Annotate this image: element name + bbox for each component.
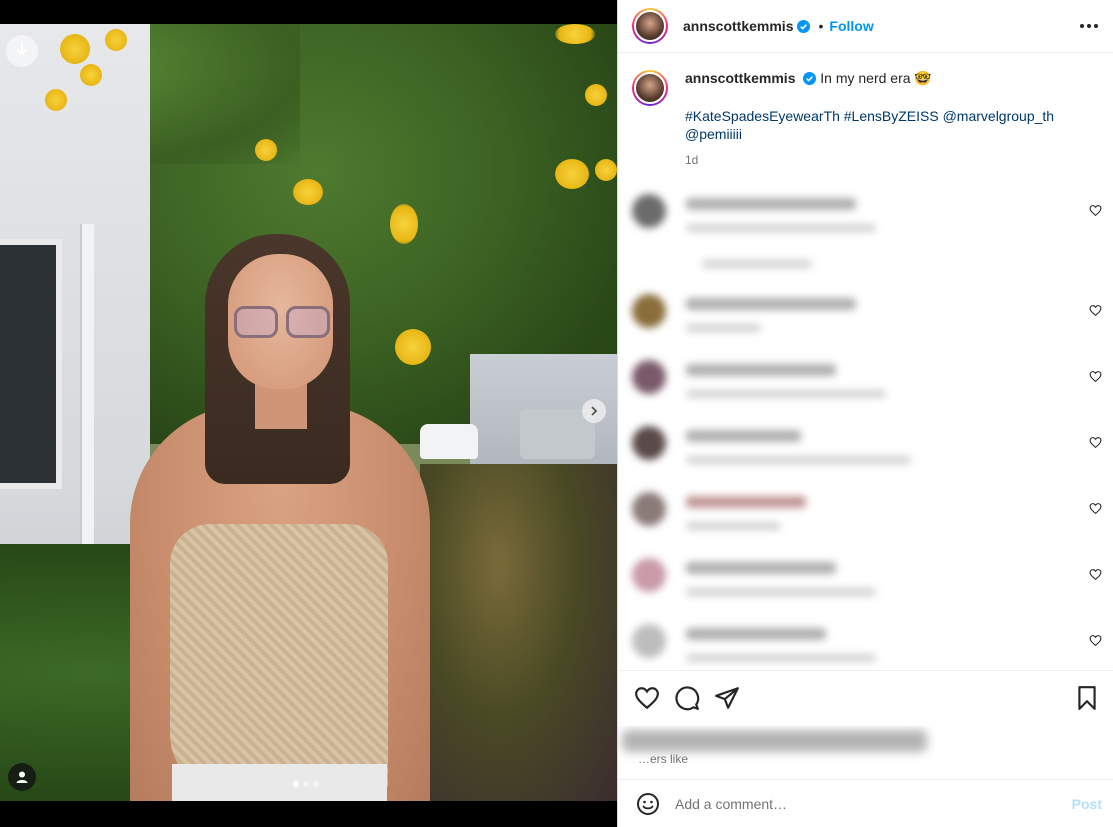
- heart-icon[interactable]: [1089, 634, 1102, 647]
- heart-icon[interactable]: [1089, 370, 1102, 383]
- avatar[interactable]: [632, 294, 666, 328]
- comment-meta-blurred: [686, 654, 876, 662]
- comment-text-blurred: [686, 496, 806, 508]
- photo-window: [0, 239, 62, 489]
- comment-input[interactable]: Add a comment…: [675, 796, 787, 812]
- post-modal: annscottkemmis • Follow annscottkemmis I…: [0, 0, 1113, 827]
- post-sidebar: annscottkemmis • Follow annscottkemmis I…: [617, 0, 1113, 827]
- view-replies-blurred: [702, 260, 812, 268]
- photo-flower: [390, 204, 418, 244]
- comment-icon[interactable]: [674, 685, 700, 711]
- comment-item: [632, 354, 1102, 414]
- follow-button[interactable]: Follow: [829, 18, 873, 34]
- comments-list[interactable]: [618, 180, 1113, 670]
- likes-text-blurred: [622, 730, 927, 752]
- comment-meta-blurred: [686, 224, 876, 232]
- photo-flower: [255, 139, 277, 161]
- photo-flower: [585, 84, 607, 106]
- post-header: annscottkemmis • Follow: [618, 0, 1113, 53]
- avatar[interactable]: [632, 558, 666, 592]
- carousel-dot: [293, 781, 299, 787]
- comment-meta-blurred: [686, 456, 911, 464]
- post-media[interactable]: [0, 24, 617, 801]
- post-time[interactable]: 1d: [685, 151, 1100, 169]
- carousel-indicator: [293, 781, 319, 787]
- heart-icon[interactable]: [1089, 204, 1102, 217]
- comment-text-blurred: [686, 430, 801, 442]
- add-comment-bar: Add a comment… Post: [618, 779, 1113, 827]
- heart-icon[interactable]: [1089, 502, 1102, 515]
- more-options-button[interactable]: [1078, 16, 1100, 36]
- comment-item: [632, 618, 1102, 670]
- likes-text-fragment: …ers like: [638, 752, 689, 766]
- photo-flowerbed: [420, 464, 617, 801]
- download-icon: [16, 43, 28, 56]
- comment-item: [632, 188, 1102, 268]
- caption-emoji: 🤓: [914, 70, 932, 86]
- likes-summary[interactable]: …ers like: [618, 726, 1113, 766]
- tagged-users-button[interactable]: [8, 763, 36, 791]
- comment-text-blurred: [686, 364, 836, 376]
- heart-icon[interactable]: [1089, 436, 1102, 449]
- caption-tags[interactable]: #KateSpadesEyewearTh #LensByZEISS @marve…: [685, 107, 1100, 143]
- photo-pipe: [80, 224, 94, 584]
- post-caption: annscottkemmis In my nerd era 🤓 #KateSpa…: [618, 53, 1113, 169]
- photo-glasses: [232, 306, 332, 340]
- comment-item: [632, 420, 1102, 480]
- comment-meta-blurred: [686, 390, 886, 398]
- username[interactable]: annscottkemmis: [683, 18, 793, 34]
- photo-flower: [555, 24, 595, 44]
- comment-text-blurred: [686, 628, 826, 640]
- heart-icon[interactable]: [1089, 568, 1102, 581]
- chevron-right-icon: [591, 406, 598, 416]
- carousel-dot: [303, 781, 309, 787]
- photo-car: [420, 424, 478, 459]
- post-comment-button[interactable]: Post: [1072, 796, 1102, 812]
- heart-icon[interactable]: [634, 685, 660, 711]
- verified-badge-icon: [803, 72, 817, 85]
- verified-badge-icon: [797, 19, 811, 33]
- photo-flower: [60, 34, 90, 64]
- separator: •: [818, 18, 824, 34]
- caption-username[interactable]: annscottkemmis: [685, 70, 795, 86]
- emoji-icon[interactable]: [636, 792, 660, 816]
- next-media-button[interactable]: [582, 399, 606, 423]
- carousel-dot: [313, 781, 319, 787]
- comment-text-blurred: [686, 562, 836, 574]
- comment-item: [632, 288, 1102, 348]
- comment-item: [632, 552, 1102, 612]
- avatar[interactable]: [632, 8, 668, 44]
- photo-flower: [595, 159, 617, 181]
- post-actions: [618, 670, 1113, 726]
- comment-text-blurred: [686, 298, 856, 310]
- avatar[interactable]: [632, 70, 668, 106]
- comment-text-blurred: [686, 198, 856, 210]
- author-info: annscottkemmis • Follow: [683, 18, 874, 34]
- caption-text: In my nerd era: [820, 70, 911, 86]
- user-tag-icon: [16, 771, 28, 783]
- comment-meta-blurred: [686, 522, 781, 530]
- avatar[interactable]: [632, 360, 666, 394]
- photo-flower: [293, 179, 323, 205]
- comment-meta-blurred: [686, 324, 761, 332]
- share-icon[interactable]: [714, 685, 740, 711]
- bookmark-icon[interactable]: [1074, 685, 1100, 711]
- avatar[interactable]: [632, 194, 666, 228]
- photo-pants: [172, 764, 387, 801]
- photo-flower: [80, 64, 102, 86]
- avatar[interactable]: [632, 624, 666, 658]
- photo-flower: [105, 29, 127, 51]
- comment-meta-blurred: [686, 588, 876, 596]
- more-horizontal-icon: [1080, 24, 1084, 28]
- photo-flower: [555, 159, 589, 189]
- photo-flower: [45, 89, 67, 111]
- avatar[interactable]: [632, 426, 666, 460]
- comment-item: [632, 486, 1102, 546]
- avatar[interactable]: [632, 492, 666, 526]
- photo-flower: [395, 329, 431, 365]
- download-button[interactable]: [6, 35, 38, 67]
- photo-lace-top: [170, 524, 388, 794]
- heart-icon[interactable]: [1089, 304, 1102, 317]
